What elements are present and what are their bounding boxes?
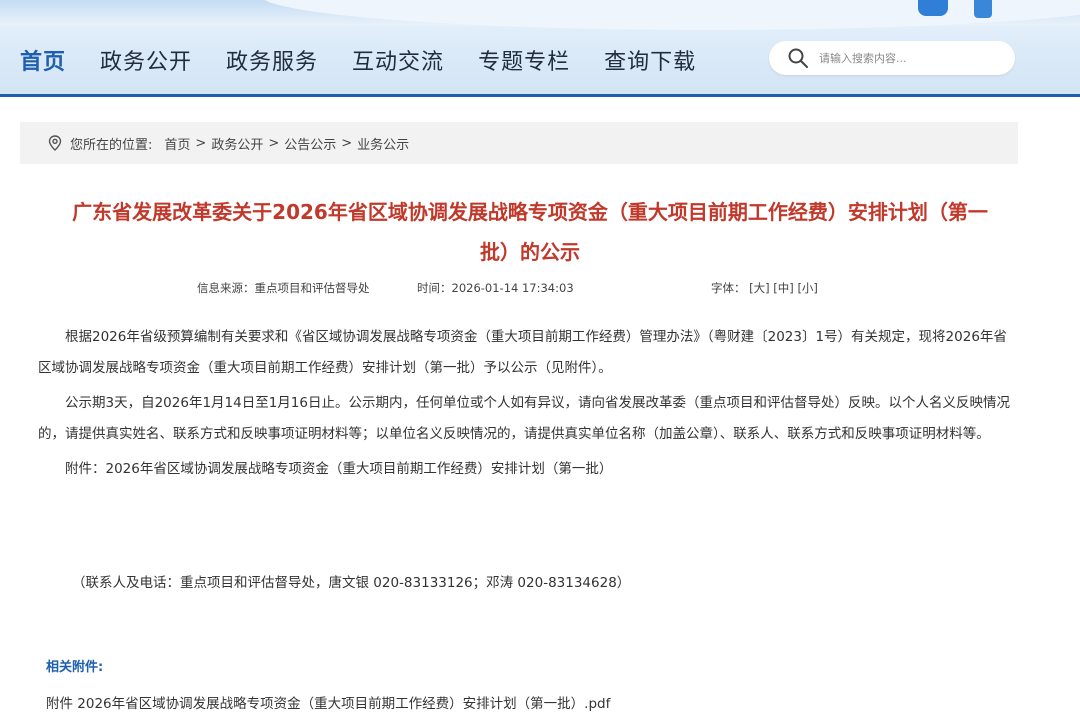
breadcrumb-business-announcements[interactable]: 业务公示 — [357, 134, 409, 153]
breadcrumb-separator: > — [268, 135, 280, 151]
search-box — [769, 41, 1015, 75]
mobile-icon[interactable] — [974, 0, 992, 18]
article-time: 时间：2026-01-14 17:34:03 — [417, 281, 574, 295]
article-paragraph: 附件：2026年省区域协调发展战略专项资金（重大项目前期工作经费）安排计划（第一… — [65, 461, 613, 477]
chat-icon[interactable] — [918, 0, 948, 16]
nav-item-home[interactable]: 首页 — [20, 44, 66, 76]
font-size-large[interactable]: [大] — [749, 281, 769, 295]
article-title-line-1: 广东省发展改革委关于2026年省区域协调发展战略专项资金（重大项目前期工作经费）… — [72, 200, 988, 224]
nav-item-query-download[interactable]: 查询下载 — [604, 44, 696, 76]
breadcrumb-home[interactable]: 首页 — [164, 134, 190, 153]
search-icon[interactable] — [787, 47, 809, 69]
article-body: 根据2026年省级预算编制有关要求和《省区域协调发展战略专项资金（重大项目前期工… — [38, 322, 1010, 485]
article-paragraph: 根据2026年省级预算编制有关要求和《省区域协调发展战略专项资金（重大项目前期工… — [38, 329, 1007, 376]
breadcrumb-government-affairs[interactable]: 政务公开 — [211, 134, 263, 153]
breadcrumb-separator: > — [195, 135, 207, 151]
attachment-link[interactable]: 附件 2026年省区域协调发展战略专项资金（重大项目前期工作经费）安排计划（第一… — [46, 692, 610, 712]
nav-item-special-topics[interactable]: 专题专栏 — [478, 44, 570, 76]
header-top-icons — [918, 0, 992, 18]
article-paragraph: 公示期3天，自2026年1月14日至1月16日止。公示期内，任何单位或个人如有异… — [38, 395, 1010, 442]
location-pin-icon — [48, 135, 62, 151]
nav-item-government-affairs-disclosure[interactable]: 政务公开 — [100, 44, 192, 76]
search-input[interactable] — [817, 50, 1001, 66]
breadcrumb-separator: > — [341, 135, 353, 151]
nav-item-interaction[interactable]: 互动交流 — [352, 44, 444, 76]
attachments-heading: 相关附件: — [46, 660, 104, 675]
article-contact: （联系人及电话：重点项目和评估督导处，唐文银 020-83133126；邓涛 0… — [72, 575, 631, 591]
breadcrumb-prefix: 您所在的位置: — [70, 137, 153, 153]
breadcrumb: 您所在的位置: 首页 > 政务公开 > 公告公示 > 业务公示 — [20, 122, 1018, 164]
font-size-controls: 字体： [大] [中] [小] — [711, 280, 818, 296]
nav-item-government-services[interactable]: 政务服务 — [226, 44, 318, 76]
article-source: 信息来源：重点项目和评估督导处 — [197, 281, 370, 295]
font-size-medium[interactable]: [中] — [773, 281, 793, 295]
breadcrumb-announcements[interactable]: 公告公示 — [284, 134, 336, 153]
article-title-line-2: 批）的公示 — [480, 240, 580, 264]
main-nav: 首页 政务公开 政务服务 互动交流 专题专栏 查询下载 — [20, 44, 730, 76]
site-header: 首页 政务公开 政务服务 互动交流 专题专栏 查询下载 — [0, 0, 1080, 97]
font-size-small[interactable]: [小] — [797, 281, 817, 295]
font-size-label: 字体： — [711, 281, 746, 295]
article-title: 广东省发展改革委关于2026年省区域协调发展战略专项资金（重大项目前期工作经费）… — [40, 192, 1020, 272]
